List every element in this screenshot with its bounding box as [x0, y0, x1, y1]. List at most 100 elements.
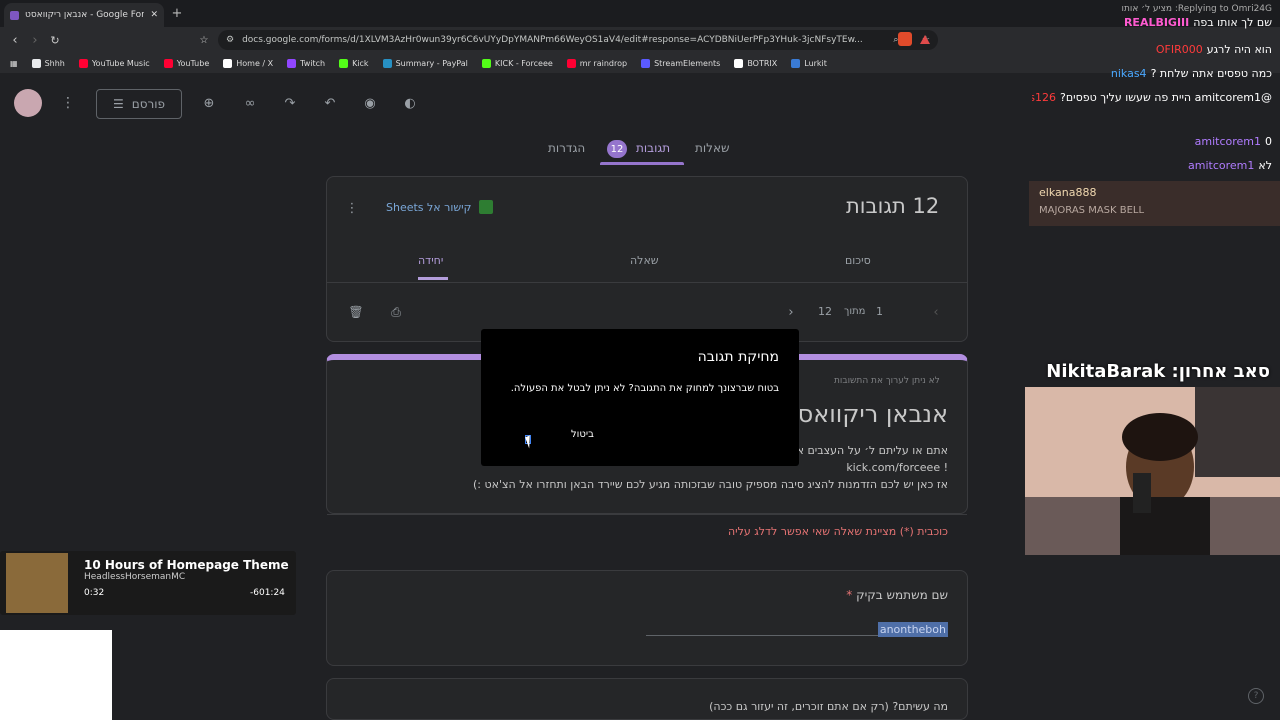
cancel-button[interactable]: ביטול	[571, 429, 594, 440]
bookmark-label: Shhh	[44, 58, 65, 68]
responses-title: 12 תגובות	[846, 194, 940, 218]
bookmark-favicon-icon	[382, 58, 392, 68]
browser-tab-title: אנבאן ריקוואסט - Google Forms	[25, 10, 145, 20]
form-description-line-3: אז כאן יש לכם הזדמנות להציג סיבה מספיק ט…	[473, 478, 948, 491]
new-tab-icon[interactable]: +	[170, 5, 184, 21]
tab-questions[interactable]: שאלות	[695, 141, 730, 155]
subtab-question[interactable]: שאלה	[630, 254, 659, 267]
address-bar[interactable]: ⚙ docs.google.com/forms/d/1XLVM3AzHr0wun…	[218, 30, 938, 50]
bookmark-item[interactable]: Home / X	[223, 58, 274, 68]
preview-eye-icon[interactable]: ◉	[361, 94, 379, 112]
theme-palette-icon[interactable]: ◐	[401, 94, 419, 112]
publish-button-label: פורסם	[131, 97, 166, 111]
chat-user: Chitos126	[1032, 90, 1057, 104]
avatar[interactable]	[14, 89, 42, 117]
bookmark-label: KICK - Forceee	[494, 58, 553, 68]
prev-response-icon[interactable]: ‹	[930, 304, 942, 320]
bookmark-favicon-icon	[339, 58, 349, 68]
bookmark-favicon-icon	[641, 58, 651, 68]
bookmark-item[interactable]: Kick	[339, 58, 369, 68]
bookmark-star-icon[interactable]: ☆	[198, 33, 210, 47]
required-asterisk: *	[846, 588, 857, 602]
required-note: כוכבית (*) מציינת שאלה שאי אפשר לדלג עלי…	[727, 525, 948, 538]
bookmark-favicon-icon	[481, 58, 491, 68]
now-playing-elapsed: 0:32	[84, 588, 105, 598]
chat-user: OFIR000	[1155, 42, 1203, 56]
publish-button[interactable]: פורסם ☰	[96, 89, 182, 119]
bookmark-label: StreamElements	[654, 58, 721, 68]
close-tab-icon[interactable]: ✕	[150, 10, 158, 20]
add-collaborator-icon[interactable]: ⊕	[200, 94, 218, 112]
subtab-indicator	[418, 277, 448, 280]
pager-current[interactable]: 1	[876, 305, 883, 318]
divider	[327, 514, 967, 515]
tab-settings[interactable]: הגדרות	[548, 141, 585, 155]
chat-text: @amitcorem1 היית פה שעשו עליך טפסים?	[1060, 90, 1272, 104]
question-1-label: שם משתמש בקיק *	[700, 588, 948, 602]
chat-user: amitcorem1	[1194, 134, 1261, 148]
pager-total: 12	[818, 305, 832, 318]
bookmark-item[interactable]: StreamElements	[641, 58, 721, 68]
cannot-edit-note: לא ניתן לערוך את התשובות	[834, 376, 940, 386]
site-info-icon[interactable]: ⚙	[226, 35, 234, 45]
question-1-answer-field: anontheboh	[646, 618, 948, 637]
bookmark-favicon-icon	[566, 58, 576, 68]
stream-chat-overlay: Replying to Omri24G: מציע ל׳ אותו שם לך …	[1029, 0, 1280, 230]
bookmark-favicon-icon	[223, 58, 233, 68]
chat-line: לא amitcorem1	[1188, 156, 1272, 174]
next-response-icon[interactable]: ›	[785, 304, 797, 320]
bookmark-item[interactable]: KICK - Forceee	[481, 58, 553, 68]
bookmark-item[interactable]: Lurkit	[791, 58, 827, 68]
print-icon[interactable]: ⎙	[388, 303, 404, 321]
chat-line: שם לך אותו בפה REALBIGIII	[1124, 13, 1272, 31]
bookmark-label: Summary - PayPal	[395, 58, 468, 68]
chat-text: לא	[1258, 158, 1272, 172]
bookmark-item[interactable]: mr raindrop	[566, 58, 628, 68]
bookmark-label: YouTube Music	[91, 58, 150, 68]
now-playing-remaining: -601:24	[250, 588, 285, 598]
form-title: אנבאן ריקוואסט	[800, 400, 948, 428]
redo-icon[interactable]: ↷	[281, 94, 299, 112]
chat-text: 0	[1265, 134, 1272, 148]
dialog-title: מחיקת תגובה	[697, 349, 779, 365]
sub-alert: elkana888 MAJORAS MASK BELL	[1029, 181, 1280, 226]
browser-tab[interactable]: אנבאן ריקוואסט - Google Forms ✕	[4, 3, 164, 27]
chat-user: amitcorem1	[1188, 158, 1255, 172]
active-tab-indicator	[600, 162, 684, 165]
bookmark-item[interactable]: Twitch	[287, 58, 326, 68]
delete-trash-icon[interactable]: 🗑	[348, 303, 364, 321]
divider	[327, 282, 967, 283]
settings-sliders-icon: ☰	[112, 97, 124, 111]
subtab-individual[interactable]: יחידה	[418, 254, 443, 267]
bookmark-item[interactable]: Shhh	[31, 58, 65, 68]
chat-line: הוא היה לרגע OFIR000	[1156, 40, 1272, 58]
tab-responses[interactable]: תגובות	[636, 141, 670, 155]
link-to-sheets-button[interactable]: קישור אל Sheets	[386, 200, 494, 214]
reload-icon[interactable]: ↻	[48, 32, 62, 48]
bookmark-item[interactable]: BOTRIX	[734, 58, 778, 68]
bookmark-item[interactable]: YouTube Music	[78, 58, 150, 68]
bookmark-favicon-icon	[791, 58, 801, 68]
bookmark-item[interactable]: YouTube	[163, 58, 209, 68]
brave-shield-icon[interactable]	[898, 32, 912, 46]
webcam-feed	[1025, 387, 1280, 555]
chat-line: כמה טפסים אתה שלחת ? nikas4	[1111, 64, 1272, 82]
bookmark-label: BOTRIX	[747, 58, 778, 68]
help-icon[interactable]: ?	[1248, 688, 1264, 704]
bookmark-label: mr raindrop	[579, 58, 628, 68]
bookmark-item[interactable]: Summary - PayPal	[382, 58, 468, 68]
more-options-icon[interactable]: ⋮	[61, 95, 75, 111]
pager-of-label: מתוך	[844, 306, 866, 317]
bookmark-label: Home / X	[236, 58, 274, 68]
rewards-icon[interactable]	[920, 35, 930, 44]
bookmark-label: Twitch	[300, 58, 326, 68]
forward-icon[interactable]: ›	[28, 32, 42, 48]
apps-icon[interactable]: ▦	[10, 59, 18, 68]
back-icon[interactable]: ‹	[8, 32, 22, 48]
subtab-summary[interactable]: סיכום	[845, 254, 871, 267]
link-icon[interactable]: ∞	[241, 94, 259, 112]
undo-icon[interactable]: ↶	[321, 94, 339, 112]
responses-more-icon[interactable]: ⋮	[346, 200, 359, 216]
chat-text: הוא היה לרגע	[1206, 42, 1272, 56]
last-sub-label: סאב אחרון: NikitaBarak	[1046, 361, 1270, 382]
